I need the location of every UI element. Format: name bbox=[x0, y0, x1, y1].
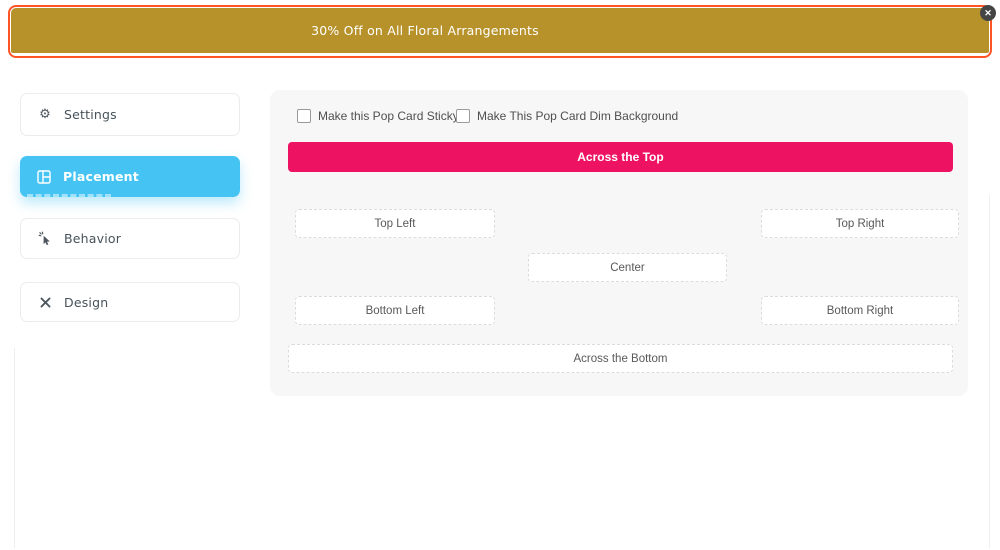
position-button-across-top[interactable]: Across the Top bbox=[288, 142, 953, 172]
sidebar-item-label: Placement bbox=[63, 169, 139, 184]
sticky-checkbox-label: Make this Pop Card Sticky bbox=[318, 109, 459, 123]
position-button-top-left[interactable]: Top Left bbox=[295, 209, 495, 238]
page-edge-line-right bbox=[989, 195, 990, 548]
gear-icon: ⚙ bbox=[39, 107, 51, 122]
position-button-across-bottom[interactable]: Across the Bottom bbox=[288, 344, 953, 373]
dim-background-checkbox[interactable] bbox=[456, 109, 470, 123]
layout-grid-icon bbox=[36, 169, 52, 185]
sticky-checkbox[interactable] bbox=[297, 109, 311, 123]
close-icon: ✕ bbox=[984, 7, 992, 18]
position-button-center[interactable]: Center bbox=[528, 253, 727, 282]
sidebar-item-label: Design bbox=[64, 294, 109, 310]
design-tools-icon bbox=[37, 294, 53, 310]
active-item-dashed-underline bbox=[27, 194, 111, 197]
pop-card-banner[interactable]: 30% Off on All Floral Arrangements bbox=[11, 8, 989, 53]
position-button-bottom-right[interactable]: Bottom Right bbox=[761, 296, 959, 325]
page-edge-line-left bbox=[14, 348, 15, 548]
sticky-checkbox-group: Make this Pop Card Sticky bbox=[297, 109, 459, 123]
position-button-bottom-left[interactable]: Bottom Left bbox=[295, 296, 495, 325]
sidebar-item-placement[interactable]: Placement bbox=[20, 156, 240, 197]
sidebar-item-design[interactable]: Design bbox=[20, 282, 240, 322]
sidebar-item-behavior[interactable]: Behavior bbox=[20, 218, 240, 259]
pop-card-selection-outline: 30% Off on All Floral Arrangements bbox=[8, 5, 992, 58]
sidebar-item-label: Behavior bbox=[64, 231, 122, 246]
pop-card-banner-text: 30% Off on All Floral Arrangements bbox=[311, 23, 539, 38]
sidebar-item-label: Settings bbox=[64, 107, 117, 122]
sidebar-item-settings[interactable]: ⚙ Settings bbox=[20, 93, 240, 136]
position-button-top-right[interactable]: Top Right bbox=[761, 209, 959, 238]
cursor-click-icon bbox=[37, 231, 53, 247]
banner-close-button[interactable]: ✕ bbox=[980, 5, 996, 21]
dim-background-checkbox-group: Make This Pop Card Dim Background bbox=[456, 109, 678, 123]
sidebar: ⚙ Settings Placement Behavior Design bbox=[20, 93, 240, 325]
placement-panel: Make this Pop Card Sticky Make This Pop … bbox=[270, 90, 968, 396]
dim-background-checkbox-label: Make This Pop Card Dim Background bbox=[477, 109, 679, 123]
